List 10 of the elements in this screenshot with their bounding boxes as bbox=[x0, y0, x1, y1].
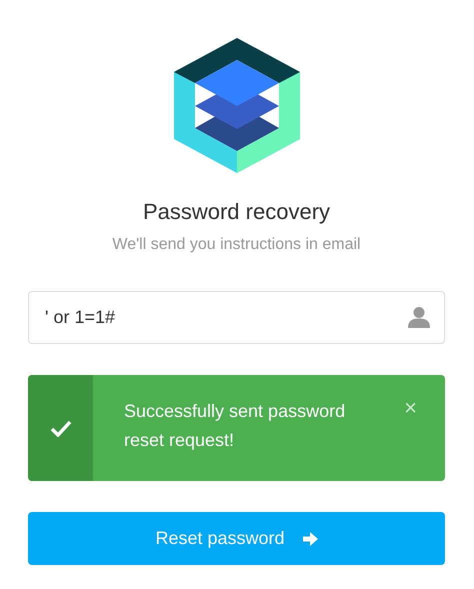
page-title: Password recovery bbox=[142, 199, 330, 226]
subtitle: We'll send you instructions in email bbox=[112, 235, 361, 255]
username-field[interactable]: ' or 1=1# bbox=[28, 291, 445, 344]
alert-message: Successfully sent password reset request! bbox=[123, 400, 346, 452]
check-icon bbox=[50, 420, 72, 436]
logo-icon bbox=[174, 38, 300, 173]
close-button[interactable]: × bbox=[404, 397, 417, 419]
reset-password-button[interactable]: Reset password bbox=[28, 512, 445, 565]
arrow-right-icon bbox=[302, 532, 318, 546]
user-icon bbox=[408, 306, 430, 328]
